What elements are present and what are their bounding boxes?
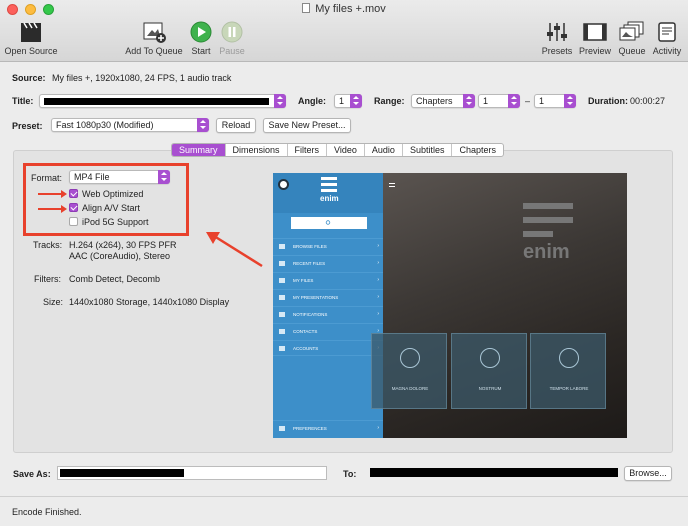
size-value: 1440x1080 Storage, 1440x1080 Display (69, 297, 230, 307)
range-from-select[interactable]: 1 (478, 94, 520, 108)
angle-select[interactable]: 1 (334, 94, 362, 108)
tab-chapters[interactable]: Chapters (452, 144, 503, 156)
status-bar: Encode Finished. (0, 496, 688, 526)
preview-search-icon (325, 220, 331, 225)
activity-icon (658, 22, 676, 42)
preview-tile-3: TEMPOR LABORE (530, 333, 606, 409)
tab-video[interactable]: Video (327, 144, 365, 156)
save-as-field[interactable] (57, 466, 327, 480)
status-text: Encode Finished. (12, 507, 82, 517)
preview-search-box (291, 217, 367, 229)
annotation-highlight-box (23, 163, 189, 236)
redacted-destination[interactable] (370, 468, 618, 477)
tab-audio[interactable]: Audio (365, 144, 403, 156)
preview-logo: enim (320, 194, 339, 203)
chevron-updown-icon (564, 94, 576, 108)
tracks-line-2: AAC (CoreAudio), Stereo (69, 251, 171, 261)
chevron-updown-icon (197, 118, 209, 132)
filters-label: Filters: (34, 274, 61, 284)
preview-sidebar-header: enim (273, 173, 395, 213)
tab-dimensions[interactable]: Dimensions (226, 144, 288, 156)
play-icon (190, 21, 212, 43)
window-title: My files +.mov (0, 3, 688, 15)
pause-button[interactable]: Pause (219, 20, 245, 56)
range-label: Range: (374, 96, 405, 106)
tracks-label: Tracks: (33, 240, 63, 250)
pause-icon (221, 21, 243, 43)
range-separator: – (525, 96, 531, 106)
chevron-updown-icon (350, 94, 362, 108)
preset-label: Preset: (12, 121, 43, 131)
save-new-preset-button[interactable]: Save New Preset... (263, 118, 351, 133)
title-select[interactable] (39, 94, 286, 108)
start-button[interactable]: Start (188, 20, 214, 56)
preview-button[interactable]: Preview (578, 20, 612, 56)
preview-image[interactable]: enim enim BROWSE FILES › RECENT FILES › MY… (273, 173, 627, 438)
preview-big-logo: enim (523, 241, 570, 263)
tracks-line-1: H.264 (x264), 30 FPS PFR (69, 240, 177, 250)
preview-tile-2: NOSTRUM (451, 333, 527, 409)
size-label: Size: (43, 297, 64, 307)
redacted-title (44, 98, 269, 105)
annotation-arrow-align-av (38, 205, 67, 213)
duration-value: 00:00:27 (630, 96, 666, 106)
range-to-select[interactable]: 1 (534, 94, 576, 108)
browse-button[interactable]: Browse... (624, 466, 672, 481)
preview-tile-1: MAGNA DOLORE (371, 333, 447, 409)
activity-button[interactable]: Activity (650, 20, 684, 56)
add-to-queue-button[interactable]: Add To Queue (124, 20, 184, 56)
source-label: Source: (12, 73, 46, 83)
duration-label: Duration: (588, 96, 628, 106)
to-label: To: (343, 469, 357, 479)
chevron-updown-icon (508, 94, 520, 108)
chevron-updown-icon (274, 94, 286, 108)
range-type-select[interactable]: Chapters (411, 94, 475, 108)
queue-icon (619, 21, 644, 41)
film-icon (583, 23, 607, 41)
clapperboard-icon (21, 22, 41, 42)
tab-subtitles[interactable]: Subtitles (403, 144, 453, 156)
annotation-arrow-diagonal (206, 232, 263, 268)
presets-icon (547, 23, 567, 41)
filters-value: Comb Detect, Decomb (69, 274, 161, 284)
settings-tabs: Summary Dimensions Filters Video Audio S… (171, 143, 504, 157)
preset-select[interactable]: Fast 1080p30 (Modified) (51, 118, 209, 132)
tab-summary[interactable]: Summary (172, 144, 226, 156)
annotation-arrow-web-optimized (38, 190, 67, 198)
save-as-label: Save As: (13, 469, 51, 479)
document-icon (302, 3, 311, 13)
chevron-updown-icon (463, 94, 475, 108)
tab-filters[interactable]: Filters (288, 144, 328, 156)
source-value: My files +, 1920x1080, 24 FPS, 1 audio t… (52, 73, 232, 83)
window-toolbar: My files +.mov Open Source Add To Queue … (0, 0, 688, 62)
open-source-button[interactable]: Open Source (4, 20, 58, 56)
title-label: Title: (12, 96, 34, 106)
reload-button[interactable]: Reload (216, 118, 256, 133)
redacted-filename (60, 469, 184, 477)
angle-label: Angle: (298, 96, 326, 106)
presets-button[interactable]: Presets (540, 20, 574, 56)
preview-logo-icon (278, 179, 289, 190)
queue-button[interactable]: Queue (616, 20, 648, 56)
add-queue-icon (143, 22, 166, 43)
